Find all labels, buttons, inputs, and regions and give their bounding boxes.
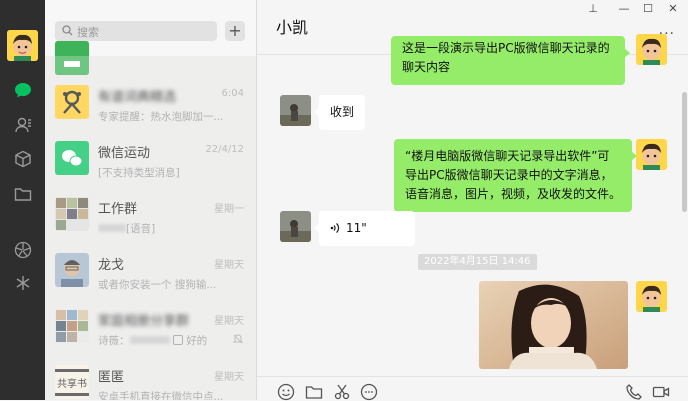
group-avatar [55, 197, 89, 231]
message-bubble-received: 收到 [313, 95, 366, 130]
wechat-sport-avatar [55, 141, 89, 175]
conversation-name: 龙戈 [98, 258, 125, 273]
contact-avatar[interactable] [280, 95, 311, 126]
my-avatar[interactable] [636, 139, 667, 170]
my-avatar[interactable] [7, 30, 38, 61]
chat-bubble-icon[interactable] [360, 383, 378, 401]
my-avatar[interactable] [636, 281, 667, 312]
spark-icon[interactable] [12, 272, 33, 293]
conversation-time: 6:04 [221, 88, 244, 99]
header-spacer [257, 0, 688, 54]
folder-icon[interactable] [12, 183, 33, 204]
list-item[interactable]: 有道词典精选 6:04 专家提醒：热水泡脚加一... [45, 74, 256, 134]
list-item[interactable]: 家庭相册分享群 星期天 诗薇： 好的 [45, 298, 256, 358]
folder-icon[interactable] [305, 383, 323, 401]
dictionary-avatar [55, 85, 89, 119]
conversation-name: 匿匿 [98, 370, 125, 385]
conversation-name: 有道词典精选 [98, 90, 177, 105]
list-item[interactable]: 共享书 匿匿 星期天 安卓手机直接在微信中点... [45, 354, 256, 400]
chat-icon[interactable] [12, 80, 33, 101]
phone-icon[interactable] [625, 383, 643, 401]
emoji-icon[interactable] [277, 383, 295, 401]
conversation-preview: 安卓手机直接在微信中点... [98, 391, 224, 400]
conversation-time: 星期天 [214, 260, 244, 271]
moments-icon[interactable] [12, 239, 33, 260]
list-item[interactable]: 微信运动 22/4/12 [不支持类型消息] [45, 130, 256, 190]
conversation-time: 星期一 [214, 204, 244, 215]
contacts-icon[interactable] [12, 114, 33, 135]
conversation-preview: 或者你安装一个 搜狗输... [98, 279, 217, 291]
voice-wave-icon [330, 223, 340, 233]
image-message[interactable] [479, 281, 628, 369]
file-transfer-avatar [55, 41, 89, 75]
list-item[interactable]: 龙戈 星期天 或者你安装一个 搜狗输... [45, 242, 256, 302]
conversation-preview: [不支持类型消息] [98, 167, 180, 179]
sidebar-rail [0, 0, 45, 400]
svg-text:共享书: 共享书 [57, 377, 87, 390]
conversation-name: 微信运动 [98, 146, 151, 161]
conversation-time: 星期天 [214, 372, 244, 383]
favorites-cube-icon[interactable] [12, 148, 33, 169]
contact-avatar[interactable] [280, 211, 311, 242]
scissors-icon[interactable] [333, 383, 351, 401]
input-toolbar [257, 376, 688, 401]
message-timestamp: 2022年4月15日 14:46 [418, 254, 537, 270]
video-icon[interactable] [652, 383, 670, 401]
mute-bell-icon [233, 334, 243, 344]
message-bubble-sent: “楼月电脑版微信聊天记录导出软件”可导出PC版微信聊天记录中的文字消息，语音消息… [394, 139, 637, 212]
conversation-name: 工作群 [98, 202, 138, 217]
chat-panel: 小凯 ⊥ — ☐ ✕ ··· 这是一段演示导出PC版微信聊天记录的聊天内容 收到… [256, 0, 688, 401]
message-text: “楼月电脑版微信聊天记录导出软件”可导出PC版微信聊天记录中的文字消息，语音消息… [405, 149, 622, 201]
list-item[interactable]: 工作群 星期一 [语音] [45, 186, 256, 246]
conversation-preview: [语音] [98, 221, 228, 236]
conversation-list: 搜索 + 有道词典精选 6:04 专家提醒：热水泡脚加一... 微信运动 22/… [45, 0, 256, 400]
contact-avatar [55, 253, 89, 287]
conversation-preview: 诗薇： 好的 [98, 335, 208, 347]
conversation-time: 星期天 [214, 316, 244, 327]
voice-message[interactable]: 11" [314, 211, 415, 246]
group-avatar [55, 309, 89, 343]
contact-avatar: 共享书 [55, 365, 89, 399]
message-text: 收到 [330, 105, 355, 119]
conversation-name: 家庭相册分享群 [98, 314, 190, 329]
conversation-preview: 专家提醒：热水泡脚加一... [98, 111, 224, 123]
conversation-time: 22/4/12 [205, 144, 244, 155]
voice-duration: 11" [346, 221, 367, 235]
chat-scrollbar[interactable] [682, 92, 687, 212]
